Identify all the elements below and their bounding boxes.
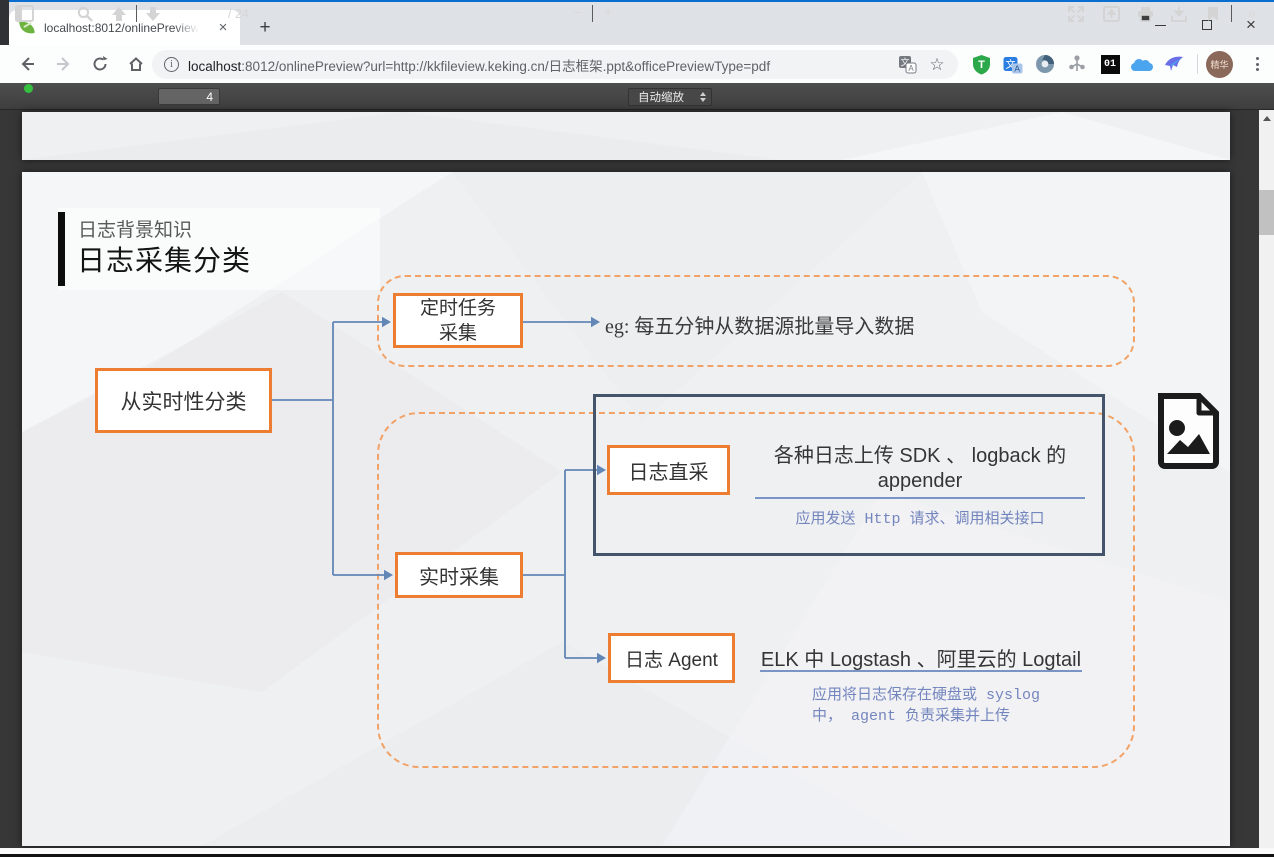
title-accent-bar xyxy=(58,212,65,286)
extension-tree-button[interactable] xyxy=(1064,51,1090,77)
bookmark-star-button[interactable]: ☆ xyxy=(926,54,948,76)
browser-window: localhost:8012/onlinePreview? × + × i lo… xyxy=(0,0,1274,857)
bird-icon xyxy=(1164,55,1184,73)
pdf-viewer[interactable]: 日志背景知识 日志采集分类 xyxy=(0,110,1274,857)
broken-image-icon xyxy=(1155,392,1222,470)
translate-blue-icon: 文A xyxy=(1003,54,1023,74)
open-file-icon xyxy=(1103,6,1120,22)
scheduled-example-text: eg: 每五分钟从数据源批量导入数据 xyxy=(605,310,914,339)
zoom-in-button[interactable]: + xyxy=(596,0,620,27)
profile-avatar[interactable]: 精华 xyxy=(1206,51,1233,78)
agent-desc: ELK 中 Logstash 、阿里云的 Logtail xyxy=(758,643,1084,672)
translate-page-action[interactable]: 文A xyxy=(896,54,918,76)
fullscreen-icon xyxy=(1068,6,1084,22)
arrow-up-icon xyxy=(111,6,127,22)
reload-icon xyxy=(91,55,109,73)
extension-cloud-button[interactable] xyxy=(1129,51,1155,77)
toolbar-divider xyxy=(592,5,593,22)
extension-shield-button[interactable]: T xyxy=(968,51,994,77)
address-bar[interactable]: i localhost:8012/onlinePreview?url=http:… xyxy=(152,50,958,79)
direct-desc-underline xyxy=(755,497,1085,499)
svg-text:A: A xyxy=(908,64,914,73)
print-button[interactable] xyxy=(1132,0,1158,27)
sidebar-icon xyxy=(15,5,34,22)
status-dot-icon xyxy=(24,84,33,93)
slide-background xyxy=(22,112,1230,160)
cloud-icon xyxy=(1131,57,1153,71)
spinner-arrows-icon xyxy=(700,92,706,102)
toolbar-divider xyxy=(1231,5,1232,22)
zoom-out-button[interactable]: − xyxy=(566,0,590,27)
page-up-button[interactable] xyxy=(106,0,132,27)
svg-text:T: T xyxy=(978,59,985,71)
arrow-down-icon xyxy=(145,6,161,22)
forward-arrow-icon xyxy=(55,55,73,73)
new-tab-button[interactable]: + xyxy=(252,15,278,41)
page-info-icon[interactable]: i xyxy=(164,57,179,72)
tree-icon xyxy=(1068,54,1086,74)
agent-note: 应用将日志保存在硬盘或 syslog 中， agent 负责采集并上传 xyxy=(812,685,1112,727)
bookmark-icon xyxy=(1207,6,1219,22)
forward-button[interactable] xyxy=(49,49,79,79)
home-icon xyxy=(127,55,145,73)
slide-title: 日志采集分类 xyxy=(77,239,251,279)
window-edge xyxy=(0,0,9,45)
kebab-icon xyxy=(1256,57,1259,60)
zoom-level-select[interactable]: 自动缩放 xyxy=(628,88,712,106)
badge-01-icon: 01 xyxy=(1101,55,1120,74)
node-realtime-classification: 从实时性分类 xyxy=(95,368,272,433)
back-button[interactable] xyxy=(12,49,42,79)
extension-01-button[interactable]: 01 xyxy=(1097,51,1123,77)
pdf-page-4: 日志背景知识 日志采集分类 xyxy=(22,172,1230,846)
scrollbar-up-button[interactable] xyxy=(1259,110,1274,126)
open-file-button[interactable] xyxy=(1098,0,1124,27)
slide-eyebrow: 日志背景知识 xyxy=(78,215,192,242)
reload-button[interactable] xyxy=(85,49,115,79)
node-realtime-collect: 实时采集 xyxy=(395,552,523,598)
shield-icon: T xyxy=(972,54,991,75)
find-button[interactable] xyxy=(72,0,98,27)
toolbar-divider xyxy=(136,5,137,22)
swirl-circle-icon xyxy=(1035,54,1055,74)
download-button[interactable] xyxy=(1166,0,1192,27)
url-path: :8012/onlinePreview?url=http://kkfilevie… xyxy=(241,59,770,74)
printer-icon xyxy=(1137,6,1154,22)
scroll-up-icon xyxy=(1263,116,1271,121)
svg-text:A: A xyxy=(1014,64,1020,74)
presentation-mode-button[interactable] xyxy=(1063,0,1089,27)
more-tools-button[interactable]: » xyxy=(1238,0,1264,27)
node-log-agent: 日志 Agent xyxy=(608,633,735,683)
download-icon xyxy=(1171,6,1187,22)
direct-collect-desc: 各种日志上传 SDK 、 logback 的 appender xyxy=(753,444,1087,494)
back-arrow-icon xyxy=(18,55,36,73)
agent-desc-underline xyxy=(760,670,1082,672)
page-count-label: / 24 xyxy=(228,0,249,27)
search-icon xyxy=(77,6,93,22)
node-direct-collect: 日志直采 xyxy=(607,445,730,495)
home-button[interactable] xyxy=(121,49,151,79)
node-scheduled-collect: 定时任务采集 xyxy=(393,293,523,348)
extension-translate-button[interactable]: 文A xyxy=(1000,51,1026,77)
pdf-page-3 xyxy=(22,112,1230,160)
scrollbar-thumb[interactable] xyxy=(1259,190,1274,235)
browser-menu-button[interactable] xyxy=(1245,52,1269,76)
zoom-level-value: 自动缩放 xyxy=(638,89,684,105)
url-text[interactable]: localhost:8012/onlinePreview?url=http://… xyxy=(188,55,888,75)
toolbar-divider xyxy=(1197,54,1198,74)
extension-bird-button[interactable] xyxy=(1161,51,1187,77)
page-down-button[interactable] xyxy=(140,0,166,27)
bookmark-button[interactable] xyxy=(1200,0,1226,27)
toggle-sidebar-button[interactable] xyxy=(10,0,38,27)
translate-icon: 文A xyxy=(898,55,917,74)
direct-collect-note: 应用发送 Http 请求、调用相关接口 xyxy=(755,507,1085,528)
page-number-input[interactable] xyxy=(158,88,220,105)
url-host: localhost xyxy=(188,59,241,74)
extension-swirl-button[interactable] xyxy=(1032,51,1058,77)
